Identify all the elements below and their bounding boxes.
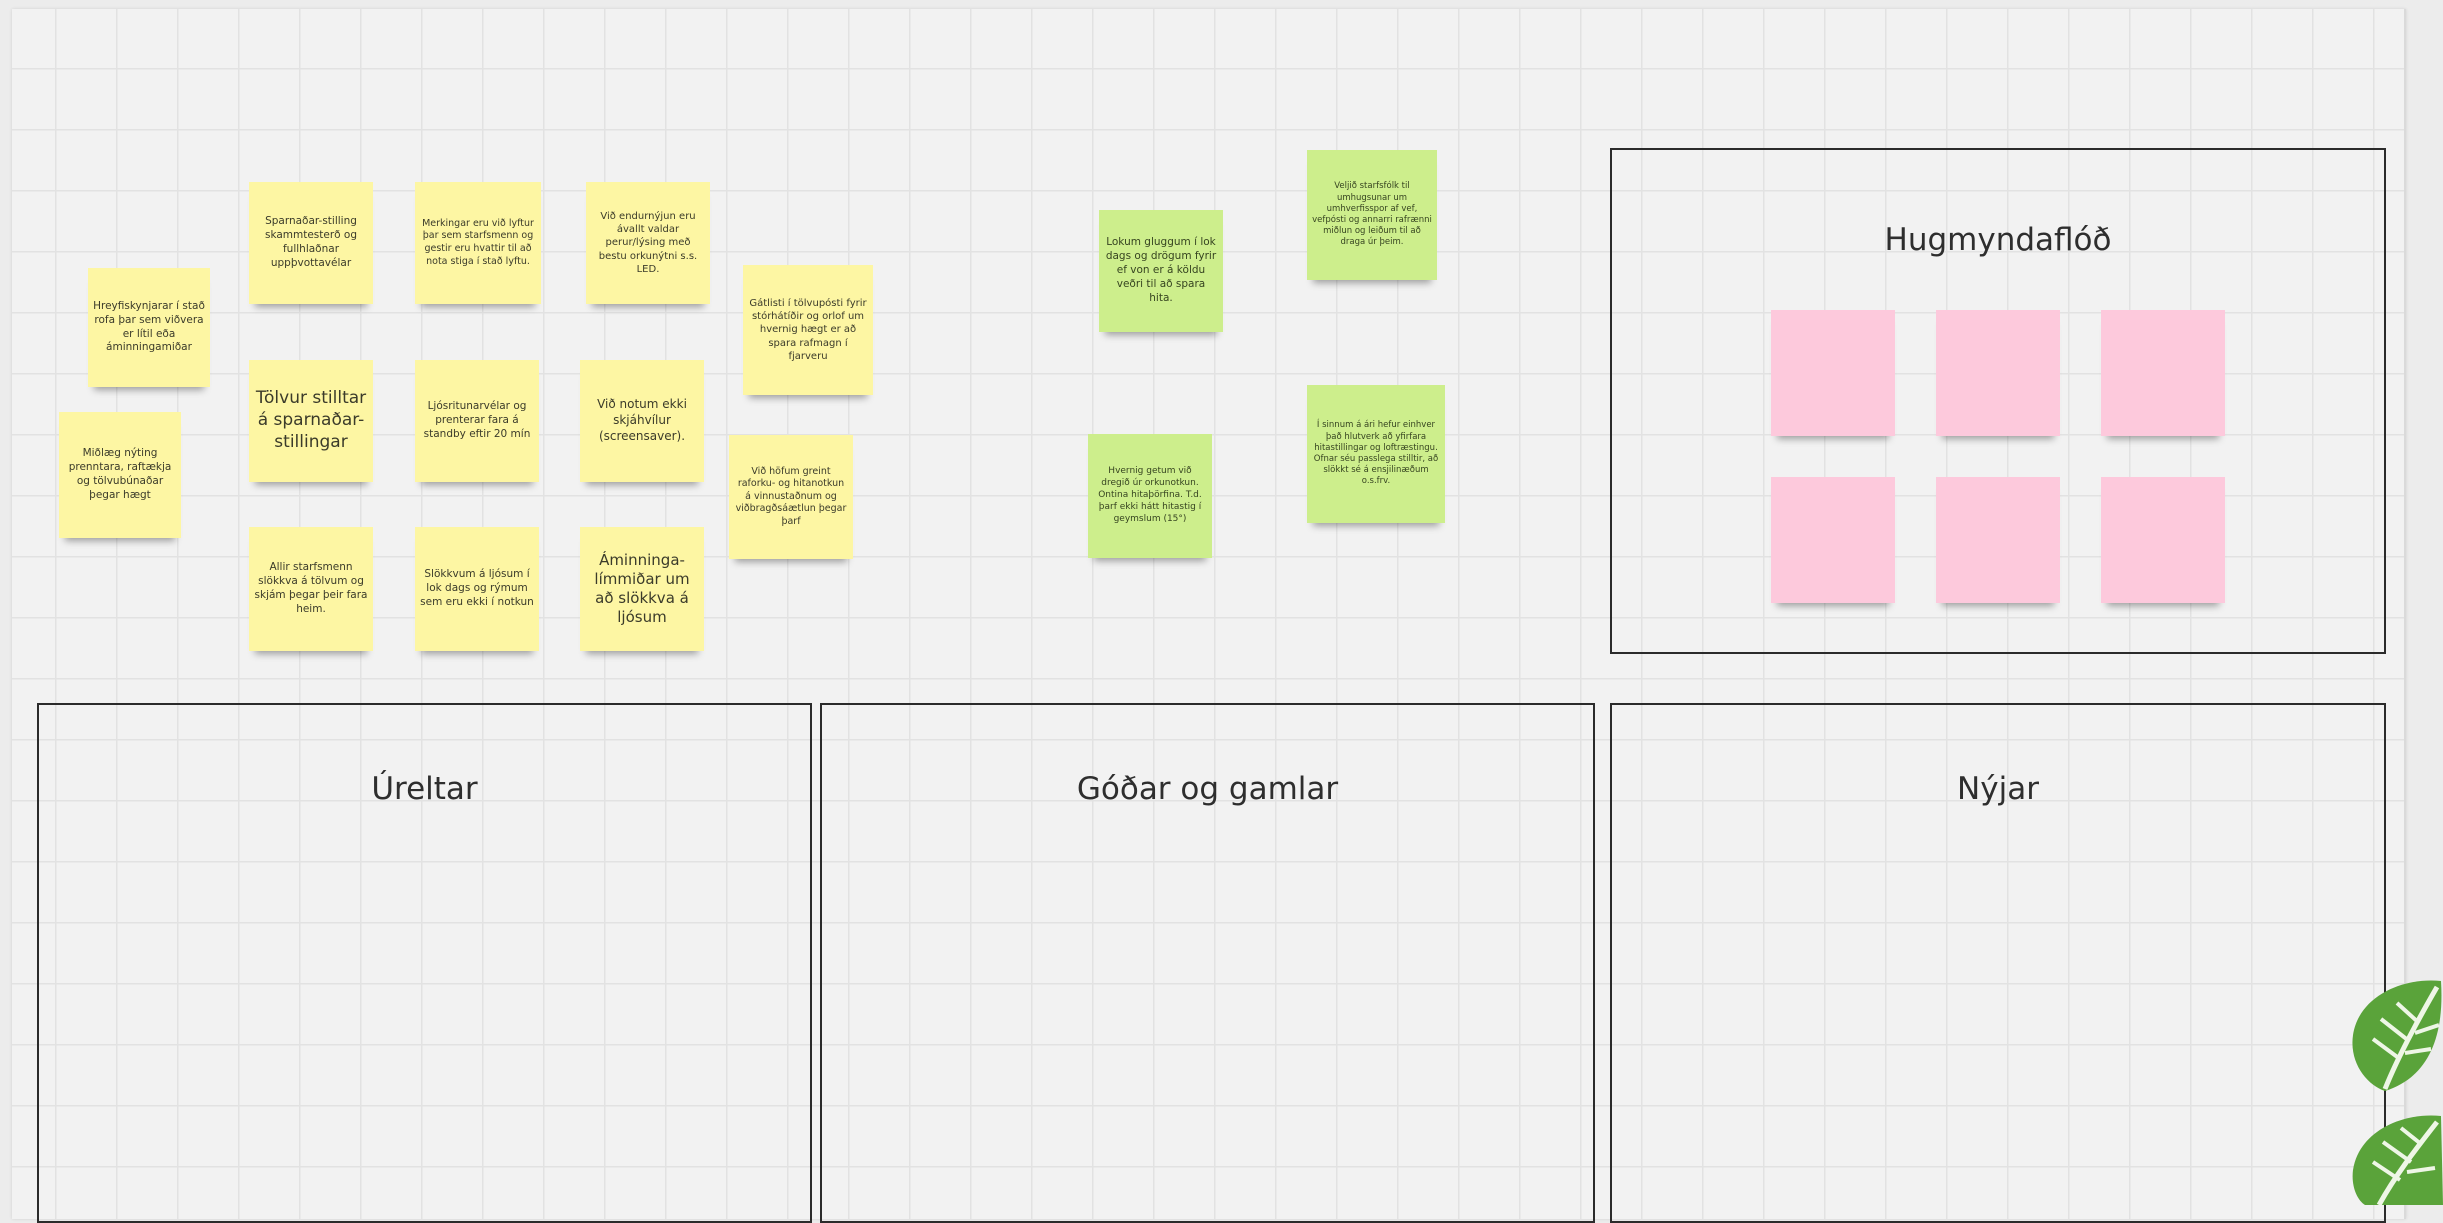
sticky-note-text: Slökkvum á ljósum í lok dags og rýmum se… (420, 568, 534, 608)
sticky-note[interactable]: Hreyfiskynjarar í stað rofa þar sem viðv… (88, 268, 210, 387)
sticky-note-text: Við höfum greint raforku- og hitanotkun … (735, 465, 847, 527)
frame-new[interactable]: Nýjar (1610, 703, 2386, 1223)
sticky-note-text: Við endurnýjun eru ávallt valdar perur/l… (598, 211, 698, 275)
sticky-note[interactable]: Slökkvum á ljósum í lok dags og rýmum se… (415, 527, 539, 651)
sticky-note-text: Merkingar eru við lyftur þar sem starfsm… (422, 217, 534, 267)
sticky-note[interactable]: Allir starfsmenn slökkva á tölvum og skj… (249, 527, 373, 651)
sticky-note-text: Miðlæg nýting prenntara, raftækja og töl… (68, 447, 172, 501)
sticky-note[interactable]: Lokum gluggum í lok dags og drögum fyrir… (1099, 210, 1223, 332)
sticky-note-text: Ljósritunarvélar og prenterar fara á sta… (423, 400, 531, 440)
frame-title: Úreltar (371, 771, 478, 807)
leaf-icon (2352, 1115, 2443, 1205)
sticky-note-text: Við notum ekki skjáhvílur (screensaver). (597, 397, 687, 443)
sticky-note[interactable]: Ljósritunarvélar og prenterar fara á sta… (415, 360, 539, 482)
sticky-note[interactable]: Í sinnum á ári hefur einhver það hlutver… (1307, 385, 1445, 523)
sticky-note-text: Tölvur stilltar á sparnaðar-stillingar (255, 388, 367, 452)
sticky-note-text: Lokum gluggum í lok dags og drögum fyrir… (1105, 236, 1217, 304)
sticky-note-text: Hvernig getum við dregið úr orkunotkun. … (1098, 466, 1202, 524)
sticky-note-text: Allir starfsmenn slökkva á tölvum og skj… (254, 561, 368, 615)
sticky-note[interactable]: Veljið starfsfólk til umhugsunar um umhv… (1307, 150, 1437, 280)
sticky-note[interactable]: Sparnaðar-stilling skammtesterð og fullh… (249, 182, 373, 304)
sticky-note-text: Í sinnum á ári hefur einhver það hlutver… (1313, 420, 1439, 487)
sticky-note-text: Áminninga-límmiðar um að slökkva á ljósu… (594, 550, 690, 627)
sticky-note[interactable]: Við endurnýjun eru ávallt valdar perur/l… (586, 182, 710, 304)
sticky-note-text: Hreyfiskynjarar í stað rofa þar sem viðv… (93, 299, 205, 354)
sticky-note[interactable]: Áminninga-límmiðar um að slökkva á ljósu… (580, 527, 704, 651)
sticky-note[interactable]: Tölvur stilltar á sparnaðar-stillingar (249, 360, 373, 482)
sticky-note[interactable]: Hvernig getum við dregið úr orkunotkun. … (1088, 434, 1212, 558)
sticky-note-text: Sparnaðar-stilling skammtesterð og fullh… (264, 215, 358, 269)
sticky-note-empty[interactable] (1771, 310, 1895, 436)
sticky-note-empty[interactable] (1771, 477, 1895, 603)
sticky-note-empty[interactable] (1936, 477, 2060, 603)
sticky-note[interactable]: Við höfum greint raforku- og hitanotkun … (729, 435, 853, 559)
sticky-note-text: Veljið starfsfólk til umhugsunar um umhv… (1312, 181, 1432, 248)
frame-title: Góðar og gamlar (1076, 771, 1339, 807)
sticky-note[interactable]: Við notum ekki skjáhvílur (screensaver). (580, 360, 704, 482)
frame-title: Hugmyndaflóð (1884, 222, 2112, 258)
leaf-icon (2352, 980, 2442, 1091)
frame-title: Nýjar (1957, 771, 2039, 807)
sticky-note-text: Gátlisti í tölvupósti fyrir stórhátíðir … (749, 298, 867, 362)
sticky-note-empty[interactable] (1936, 310, 2060, 436)
sticky-note[interactable]: Gátlisti í tölvupósti fyrir stórhátíðir … (743, 265, 873, 395)
sticky-note-empty[interactable] (2101, 310, 2225, 436)
sticky-note[interactable]: Merkingar eru við lyftur þar sem starfsm… (415, 182, 541, 304)
sticky-note[interactable]: Miðlæg nýting prenntara, raftækja og töl… (59, 412, 181, 538)
frame-outdated[interactable]: Úreltar (37, 703, 812, 1223)
sticky-note-empty[interactable] (2101, 477, 2225, 603)
frame-good-old[interactable]: Góðar og gamlar (820, 703, 1595, 1223)
